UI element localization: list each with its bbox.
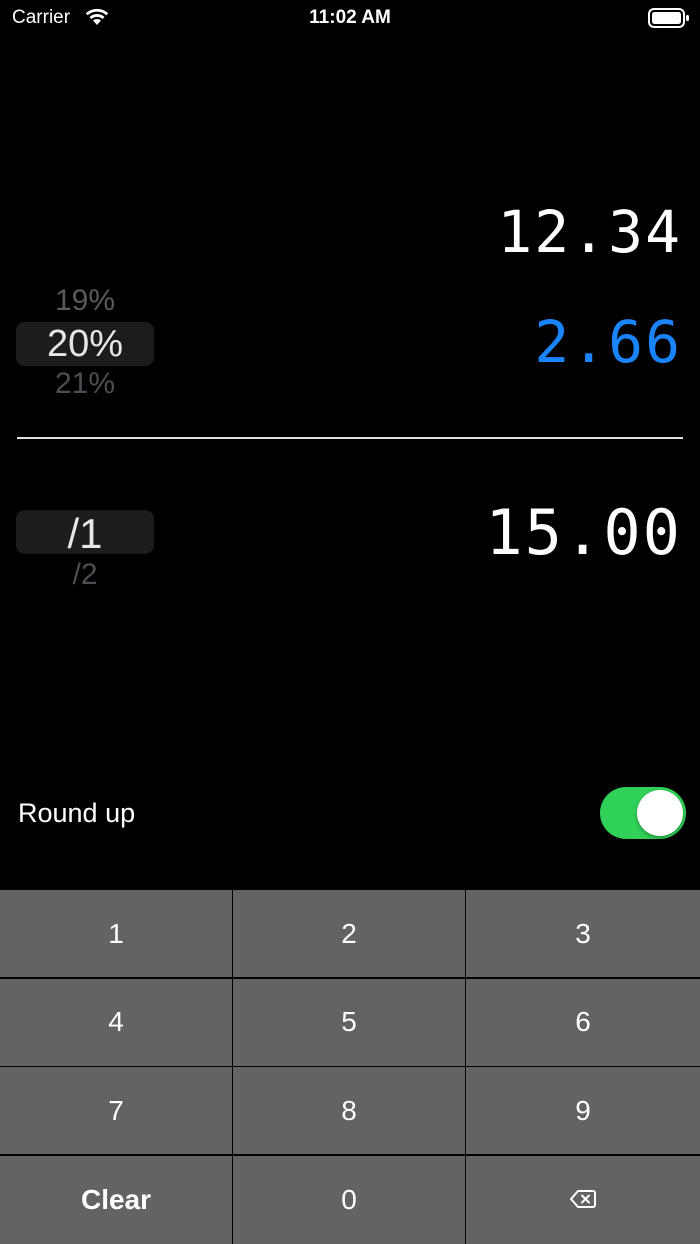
tip-amount: 2.66 <box>534 308 682 376</box>
key-4[interactable]: 4 <box>0 978 232 1066</box>
backspace-button[interactable] <box>466 1155 700 1244</box>
key-6[interactable]: 6 <box>466 978 700 1066</box>
key-1[interactable]: 1 <box>0 890 232 977</box>
status-bar: Carrier 11:02 AM <box>0 0 700 36</box>
number-keypad: 1 2 3 4 5 6 7 8 9 Clear 0 <box>0 889 700 1244</box>
tip-option-next[interactable]: 21% <box>16 367 154 401</box>
key-5[interactable]: 5 <box>233 978 465 1066</box>
tip-option-selected[interactable]: 20% <box>16 323 154 366</box>
status-time: 11:02 AM <box>309 7 391 28</box>
tip-percentage-picker[interactable]: 19% 20% 21% <box>16 280 154 410</box>
toggle-knob <box>637 790 683 836</box>
total-amount: 15.00 <box>485 496 682 569</box>
round-up-label: Round up <box>18 798 136 828</box>
key-0[interactable]: 0 <box>233 1155 465 1244</box>
key-3[interactable]: 3 <box>466 890 700 977</box>
delete-backward-icon <box>570 1184 596 1216</box>
divider <box>17 437 683 439</box>
split-picker[interactable]: /1 /2 <box>16 506 154 596</box>
tip-option-previous[interactable]: 19% <box>16 284 154 318</box>
bill-amount[interactable]: 12.34 <box>497 198 682 266</box>
clear-button[interactable]: Clear <box>0 1155 232 1244</box>
battery-icon <box>648 8 690 33</box>
split-option-selected[interactable]: /1 <box>16 510 154 558</box>
round-up-toggle[interactable] <box>600 787 686 839</box>
key-9[interactable]: 9 <box>466 1067 700 1154</box>
key-8[interactable]: 8 <box>233 1067 465 1154</box>
key-2[interactable]: 2 <box>233 890 465 977</box>
split-option-next[interactable]: /2 <box>16 558 154 592</box>
key-7[interactable]: 7 <box>0 1067 232 1154</box>
